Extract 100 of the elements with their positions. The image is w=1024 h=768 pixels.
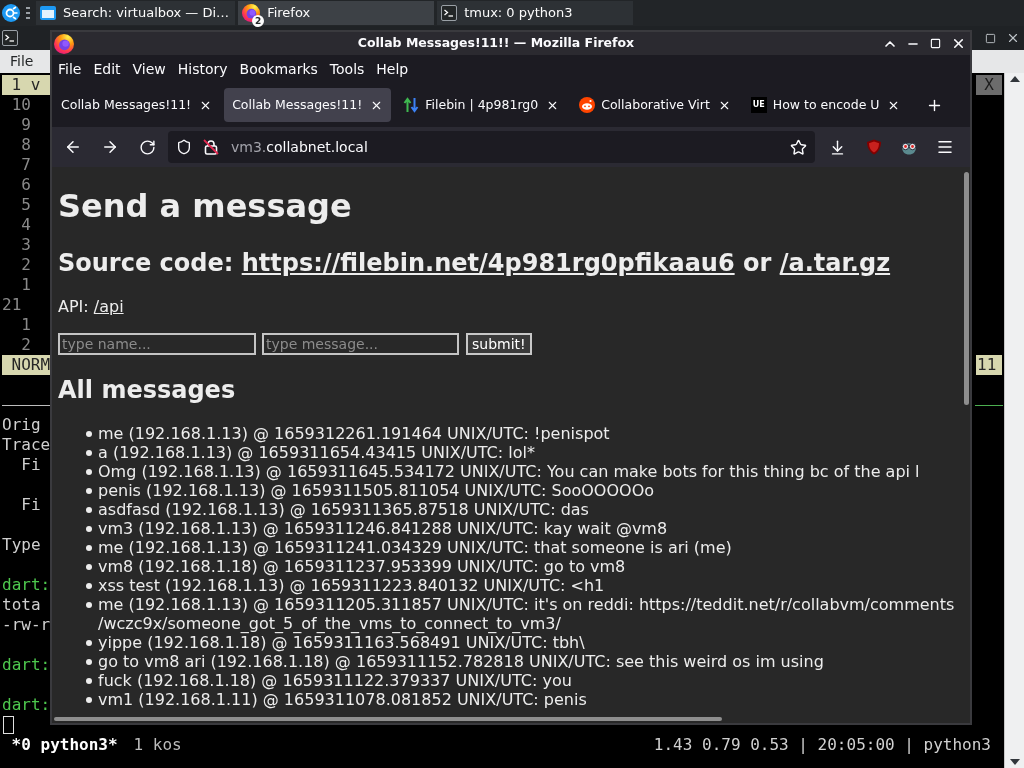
api-text: API: /api <box>58 297 124 316</box>
bullet-icon <box>86 430 92 437</box>
terminal-output: Orig <box>2 415 41 435</box>
menu-item[interactable]: Edit <box>89 58 125 80</box>
bullet-icon <box>86 582 92 589</box>
archive-link[interactable]: /a.tar.gz <box>779 249 891 277</box>
terminal-icon <box>441 5 458 21</box>
terminal-output: -rw-r <box>2 615 51 635</box>
browser-logo-icon <box>242 4 261 22</box>
bullet-icon <box>86 601 92 608</box>
line-number: 9 <box>21 115 31 135</box>
menu-item[interactable]: Bookmarks <box>235 58 322 80</box>
reload-icon[interactable] <box>138 138 156 156</box>
bullet-icon <box>86 658 92 665</box>
bullet-icon <box>86 677 92 684</box>
horizontal-scrollbar[interactable] <box>54 717 722 721</box>
line-number: 5 <box>21 195 31 215</box>
taskbar-task[interactable]: Search: virtualbox — Di… <box>36 1 236 25</box>
count-badge: 2 <box>252 15 265 27</box>
taskbar-task[interactable]: 2 Firefox <box>238 1 435 25</box>
message-text: vm1 (192.168.1.11) @ 1659311078.081852 UNIX/UTC: penis <box>98 690 587 709</box>
vim-tab[interactable]: 1 v <box>2 75 50 95</box>
source-code-heading: Source code: https://filebin.net/4p981rg0pfikaau6 or /a.tar.gz <box>58 248 891 278</box>
menu-item[interactable]: File <box>54 58 86 80</box>
app-launcher-icon[interactable] <box>2 4 20 22</box>
taskbar-task[interactable]: tmux: 0 python3 <box>437 1 634 25</box>
up-down-arrows-icon <box>403 97 420 113</box>
forward-icon[interactable] <box>101 138 119 156</box>
message-text: xss test (192.168.1.13) @ 1659311223.840132 UNIX/UTC: <h1 <box>98 576 605 595</box>
shell-prompt: dart: <box>2 575 51 595</box>
message-input[interactable]: type message... <box>262 333 459 355</box>
name-input[interactable]: type name... <box>58 333 256 355</box>
vim-ruler: 11 <box>976 355 1002 375</box>
terminal-output: Type <box>2 535 41 555</box>
tmux-current-window[interactable]: *0 python3* <box>11 735 118 755</box>
browser-tab[interactable]: UE How to encode U <box>742 88 909 122</box>
submit-button[interactable]: submit! <box>466 333 532 355</box>
vim-mode: NORM <box>2 355 50 375</box>
menu-item[interactable]: View <box>128 58 170 80</box>
message-text: penis (192.168.1.13) @ 1659311505.811054 UNIX/UTC: SooOOOOOo <box>98 481 655 500</box>
tmux-status-info: 1.43 0.79 0.53 | 20:05:00 | python3 <box>653 735 991 755</box>
browser-tab[interactable]: Collab Messages!11! <box>224 88 392 122</box>
message-text: fuck (192.168.1.18) @ 1659311122.379337 UNIX/UTC: you <box>98 671 572 690</box>
message-text: yippe (192.168.1.18) @ 1659311163.568491 UNIX/UTC: tbh\ <box>98 633 585 652</box>
bullet-icon <box>86 449 92 456</box>
scrollbar[interactable] <box>1004 73 1024 768</box>
section-heading: All messages <box>58 375 236 405</box>
grip-icon[interactable] <box>26 7 30 19</box>
terminal-output: tota <box>2 595 41 615</box>
browser-tab[interactable]: Collab Messages!11! <box>53 88 221 122</box>
menu-item[interactable]: File <box>10 51 34 72</box>
address-bar[interactable]: vm3.collabnet.local <box>168 131 815 163</box>
browser-logo-icon <box>54 33 74 54</box>
alien-head-icon <box>579 97 596 113</box>
url-text[interactable]: vm3.collabnet.local <box>231 136 368 158</box>
line-number: 6 <box>21 175 31 195</box>
terminal-output: Fi <box>21 455 41 475</box>
menu-item[interactable]: History <box>173 58 232 80</box>
message-text: Omg (192.168.1.13) @ 1659311645.534172 UNIX/UTC: You can make bots for this thing bc of the api l <box>98 462 920 481</box>
tmux-window[interactable]: 1 kos <box>133 735 182 755</box>
bullet-icon <box>86 506 92 513</box>
menu-item[interactable]: Tools <box>325 58 369 80</box>
source-link[interactable]: https://filebin.net/4p981rg0pfikaau6 <box>241 249 735 277</box>
site-logo: UE <box>750 97 767 113</box>
close-icon[interactable] <box>1006 31 1020 45</box>
back-icon[interactable] <box>64 138 82 156</box>
bullet-icon <box>86 639 92 646</box>
crossed-lock-icon[interactable] <box>203 139 219 155</box>
down-arrow-icon[interactable] <box>1009 759 1020 765</box>
up-arrow-icon[interactable] <box>1009 76 1020 82</box>
message-text: a (192.168.1.13) @ 1659311654.43415 UNIX/UTC: lol* <box>98 443 535 462</box>
line-number: 2 <box>21 255 31 275</box>
message-text: go to vm8 ari (192.168.1.18) @ 1659311152.782818 UNIX/UTC: see this weird os im using <box>98 652 824 671</box>
message-text: asdfasd (192.168.1.13) @ 1659311365.87518 UNIX/UTC: das <box>98 500 589 519</box>
terminal-output: Fi <box>21 495 41 515</box>
bookmark-star-icon[interactable] <box>790 138 807 156</box>
window-icon <box>40 5 56 21</box>
bullet-icon <box>86 563 92 570</box>
bullet-icon <box>86 696 92 703</box>
line-number: 4 <box>21 215 31 235</box>
browser-tab[interactable]: Filebin | 4p981rg0 <box>395 88 568 122</box>
menu-icon[interactable] <box>936 138 954 156</box>
browser-tab[interactable]: Collaborative Virt <box>571 88 739 122</box>
vertical-scrollbar[interactable] <box>964 172 969 405</box>
line-number: 8 <box>21 135 31 155</box>
extension-shield-icon[interactable] <box>866 139 882 155</box>
bullet-icon <box>86 525 92 532</box>
line-number: 1 <box>21 275 31 295</box>
bullet-icon <box>86 468 92 475</box>
window-title: Collab Messages!11!! — Mozilla Firefox <box>357 34 635 53</box>
shell-prompt: dart: <box>2 655 51 675</box>
page-heading: Send a message <box>58 187 352 225</box>
api-link[interactable]: /api <box>93 297 124 316</box>
line-number: 21 <box>2 295 22 315</box>
shield-icon[interactable] <box>176 139 192 155</box>
line-number: 1 <box>21 315 31 335</box>
close-icon[interactable] <box>951 36 966 51</box>
line-number: 2 <box>21 335 31 355</box>
menu-item[interactable]: Help <box>372 58 413 80</box>
maximize-icon[interactable] <box>985 32 996 44</box>
